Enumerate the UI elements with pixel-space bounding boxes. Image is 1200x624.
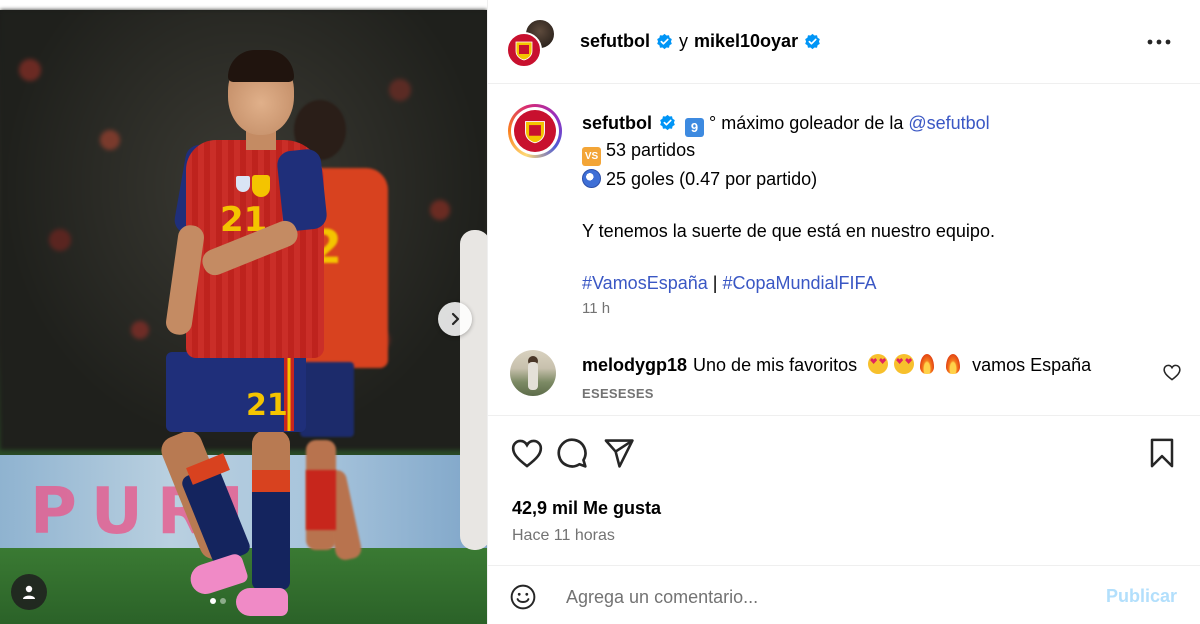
post-authors: sefutbol y mikel10oyar [580, 31, 821, 52]
collab-avatars[interactable] [506, 18, 558, 68]
keycap-9-emoji: 9 [685, 118, 705, 137]
publish-button[interactable]: Publicar [1106, 586, 1177, 607]
goals-text: 25 goles (0.47 por partido) [606, 169, 818, 189]
more-options-button[interactable] [1141, 28, 1177, 56]
like-comment-button[interactable] [1163, 364, 1181, 386]
share-icon [604, 438, 634, 468]
post-details-panel: sefutbol y mikel10oyar sefutbol 9 ° máxi… [487, 0, 1200, 624]
emoji-icon [510, 584, 536, 610]
verified-badge-icon [657, 33, 672, 50]
bookmark-icon [1150, 438, 1174, 468]
fire-emoji [920, 354, 935, 374]
comment-username[interactable]: melodygp18 [582, 355, 687, 375]
badge-icon [236, 176, 250, 192]
post-photo[interactable]: PURI 2 21 21 [0, 0, 487, 624]
author-username-sefutbol[interactable]: sefutbol [580, 31, 650, 52]
comment-body: Uno de mis favoritos [693, 355, 858, 375]
comment-body-end: vamos España [972, 355, 1092, 375]
caption-line-2: VS 53 partidos [582, 137, 1182, 166]
avatar-sefutbol[interactable] [506, 32, 542, 68]
caption-avatar-story-ring[interactable] [508, 104, 562, 158]
hashtag-copamundialfifa[interactable]: #CopaMundialFIFA [722, 273, 876, 293]
comment-text: melodygp18 Uno de mis favoritos vamos Esp… [582, 354, 1142, 376]
tagged-user-icon [23, 585, 35, 599]
comment-button[interactable] [555, 436, 589, 470]
heart-icon [511, 439, 543, 468]
next-arrow-icon [451, 312, 460, 326]
hashtag-vamosespana[interactable]: #VamosEspaña [582, 273, 708, 293]
comment-subtext[interactable]: ESESESES [582, 386, 654, 401]
post-time-ago: Hace 11 horas [512, 527, 615, 544]
comment-icon [557, 438, 587, 468]
post-actions: 42,9 mil Me gusta Hace 11 horas [488, 416, 1200, 566]
opponent-player [460, 230, 487, 550]
add-comment-bar: Publicar [488, 565, 1200, 624]
caption-text: sefutbol 9 ° máximo goleador de la @sefu… [582, 110, 1182, 296]
caption-rank-text: ° máximo goleador de la [709, 113, 909, 133]
spain-crest-icon [252, 175, 270, 197]
verified-badge-icon [805, 33, 820, 50]
caption-line-3: 25 goles (0.47 por partido) [582, 166, 1182, 192]
avatar-sefutbol[interactable] [514, 110, 556, 152]
carousel-dots [210, 598, 226, 604]
caption-timestamp[interactable]: 11 h [582, 300, 610, 317]
save-button[interactable] [1145, 436, 1179, 470]
heart-eyes-emoji [894, 354, 915, 374]
vs-emoji: VS [582, 147, 601, 166]
caption-message: Y tenemos la suerte de que está en nuest… [582, 221, 995, 241]
post-header: sefutbol y mikel10oyar [488, 0, 1200, 84]
verified-badge-icon [660, 114, 675, 131]
fire-emoji [946, 354, 961, 374]
heart-icon [1163, 364, 1181, 381]
tagged-users-button[interactable] [11, 574, 47, 610]
spain-crest-icon [525, 121, 545, 144]
caption-username[interactable]: sefutbol [582, 113, 652, 133]
likes-count[interactable]: 42,9 mil Me gusta [512, 498, 661, 519]
more-options-icon [1147, 39, 1171, 45]
soccer-ball-icon [582, 169, 601, 188]
heart-eyes-emoji [868, 354, 889, 374]
comment-item: melodygp18 Uno de mis favoritos vamos Esp… [488, 334, 1200, 416]
caption-hashtags: #VamosEspaña | #CopaMundialFIFA [582, 270, 1182, 296]
mention-link[interactable]: @sefutbol [908, 113, 989, 133]
spain-crest-icon [515, 41, 533, 61]
share-button[interactable] [602, 436, 636, 470]
post-caption: sefutbol 9 ° máximo goleador de la @sefu… [488, 84, 1200, 334]
shorts-number: 21 [246, 388, 288, 423]
emoji-picker-button[interactable] [510, 584, 536, 615]
matches-text: 53 partidos [606, 140, 696, 160]
pink-boot [236, 588, 288, 616]
like-button[interactable] [510, 436, 544, 470]
collab-conjunction: y [679, 31, 688, 51]
avatar-melodygp18[interactable] [510, 350, 556, 396]
author-username-mikel10oyar[interactable]: mikel10oyar [694, 31, 798, 52]
carousel-dot [210, 598, 216, 604]
caption-line-1: sefutbol 9 ° máximo goleador de la @sefu… [582, 110, 1182, 137]
hashtag-separator: | [712, 273, 718, 293]
post-viewer: PURI 2 21 21 sefutbol y mikel10oyar sefu… [0, 0, 1200, 624]
next-photo-button[interactable] [438, 302, 472, 336]
back-player-shorts [300, 362, 354, 437]
comment-input[interactable] [566, 580, 1086, 614]
carousel-dot [220, 598, 226, 604]
